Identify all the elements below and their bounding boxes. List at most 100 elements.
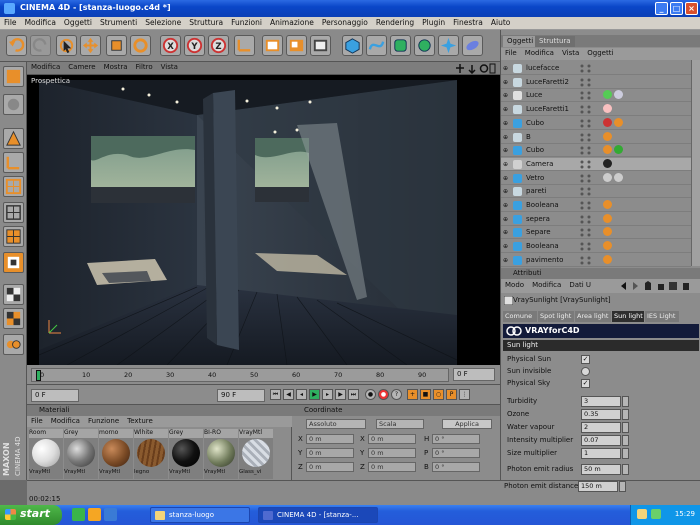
go-to-end-icon[interactable]: ⏭ — [348, 389, 359, 400]
material-swatch[interactable]: Wlhite legno — [134, 429, 168, 479]
expand-toggle-icon[interactable]: ⊕ — [503, 79, 508, 86]
scene-object-icon[interactable] — [462, 35, 483, 56]
turbidity-stepper[interactable] — [622, 396, 629, 407]
next-key-icon[interactable]: ▶ — [335, 389, 346, 400]
position-y-field[interactable]: 0 m — [306, 448, 354, 458]
tab-spot-light[interactable]: Spot light — [538, 311, 574, 322]
render-region-icon[interactable] — [286, 35, 307, 56]
expand-toggle-icon[interactable]: ⊕ — [503, 243, 508, 250]
render-to-picture-viewer-icon[interactable] — [310, 35, 331, 56]
expand-toggle-icon[interactable]: ⊕ — [503, 106, 508, 113]
use-edges-tool-icon[interactable] — [3, 176, 24, 197]
visibility-dots-icon[interactable] — [579, 159, 593, 170]
tray-icon[interactable] — [651, 509, 661, 519]
photon-emit-distance-stepper[interactable] — [619, 481, 626, 492]
world-coordinates-icon[interactable] — [234, 35, 255, 56]
material-tag-icon[interactable] — [603, 104, 612, 114]
menu-finestra[interactable]: Finestra — [449, 17, 487, 28]
material-swatch[interactable]: Grey VrayMtl — [64, 429, 98, 479]
attributes-menu-modo[interactable]: Modo — [501, 279, 528, 291]
material-tag-icon[interactable] — [603, 172, 612, 182]
taskbar-item-active[interactable]: CINEMA 4D - [stanza-... — [258, 507, 378, 523]
use-object-tool-icon[interactable] — [3, 94, 24, 115]
material-tag-icon[interactable] — [603, 158, 612, 168]
rotate-icon[interactable] — [130, 35, 151, 56]
tab-struttura[interactable]: Struttura — [535, 36, 575, 47]
object-row[interactable]: ⊕ pareti — [501, 185, 691, 199]
visibility-dots-icon[interactable] — [579, 255, 593, 266]
object-row[interactable]: ⊕ B — [501, 131, 691, 144]
size-multiplier-stepper[interactable] — [622, 448, 629, 459]
material-tag-icon[interactable] — [603, 227, 612, 237]
tweak-mode-icon[interactable] — [3, 252, 24, 273]
object-row[interactable]: ⊕ Separe — [501, 226, 691, 240]
material-tag-icon[interactable] — [603, 131, 612, 141]
attributes-nav-icons[interactable] — [619, 281, 699, 291]
quick-launch-icon[interactable] — [72, 508, 85, 521]
menu-aiuto[interactable]: Aiuto — [487, 17, 515, 28]
material-swatch[interactable]: Grey VrayMtl — [169, 429, 203, 479]
object-row[interactable]: ⊕ pavimento — [501, 254, 691, 267]
visibility-dots-icon[interactable] — [579, 132, 593, 143]
taskbar-item[interactable]: stanza-luogo — [150, 507, 250, 523]
play-icon[interactable]: ▶ — [309, 389, 320, 400]
go-to-start-icon[interactable]: ⏮ — [270, 389, 281, 400]
objects-menu-vista[interactable]: Vista — [558, 48, 583, 58]
materials-menu-funzione[interactable]: Funzione — [84, 416, 123, 426]
texture-tool-icon[interactable] — [3, 226, 24, 247]
attributes-menu-modifica[interactable]: Modifica — [528, 279, 565, 291]
object-row[interactable]: ⊕ sepera — [501, 213, 691, 226]
position-z-field[interactable]: 0 m — [306, 462, 354, 472]
scale-key-icon[interactable]: ■ — [420, 389, 431, 400]
deformer-icon[interactable] — [438, 35, 459, 56]
scale-icon[interactable] — [106, 35, 127, 56]
visibility-dots-icon[interactable] — [579, 90, 593, 101]
material-tag-icon[interactable] — [614, 90, 623, 100]
timeline[interactable]: 0 10 20 30 40 50 60 70 80 90 0 F — [27, 365, 500, 385]
current-frame-field[interactable]: 0 F — [453, 368, 495, 381]
objects-menu-oggetti[interactable]: Oggetti — [583, 48, 617, 58]
visibility-dots-icon[interactable] — [579, 214, 593, 225]
expand-toggle-icon[interactable]: ⊕ — [503, 147, 508, 154]
size-multiplier-field[interactable]: 1 — [581, 448, 621, 459]
expand-toggle-icon[interactable]: ⊕ — [503, 188, 508, 195]
menu-animazione[interactable]: Animazione — [266, 17, 318, 28]
parameter-key-icon[interactable]: P — [446, 389, 457, 400]
material-swatch[interactable]: Room VrayMtl — [29, 429, 63, 479]
start-frame-field[interactable]: 0 F — [31, 389, 79, 402]
size-z-field[interactable]: 0 m — [368, 462, 416, 472]
render-view-icon[interactable] — [262, 35, 283, 56]
timeline-ruler[interactable]: 0 10 20 30 40 50 60 70 80 90 — [31, 368, 449, 382]
material-tag-icon[interactable] — [614, 145, 623, 155]
rotation-b-field[interactable]: 0 ° — [432, 462, 480, 472]
material-tag-icon[interactable] — [603, 241, 612, 251]
material-tag-icon[interactable] — [603, 117, 612, 127]
object-row[interactable]: ⊕ LuceFaretti2 — [501, 76, 691, 89]
material-tag-icon[interactable] — [603, 254, 612, 264]
scale-mode-select[interactable]: Scala — [376, 419, 424, 429]
perspective-viewport[interactable]: Prospettica — [27, 75, 500, 365]
expand-toggle-icon[interactable]: ⊕ — [503, 92, 508, 99]
use-points-tool-icon[interactable] — [3, 128, 24, 149]
live-selection-icon[interactable] — [56, 35, 77, 56]
viewport-menu-vista[interactable]: Vista — [157, 62, 182, 72]
material-tag-icon[interactable] — [614, 117, 623, 127]
visibility-dots-icon[interactable] — [579, 227, 593, 238]
sun-invisible-checkbox[interactable] — [581, 367, 590, 376]
material-tag-icon[interactable] — [603, 145, 612, 155]
use-polygons-tool-icon[interactable] — [3, 202, 24, 223]
viewport-nav-icons[interactable] — [456, 63, 496, 74]
object-row[interactable]: ⊕ Vetro — [501, 172, 691, 185]
previous-key-icon[interactable]: ◀ — [283, 389, 294, 400]
menu-selezione[interactable]: Selezione — [141, 17, 185, 28]
snap-icon[interactable] — [3, 284, 24, 305]
y-axis-icon[interactable]: Y — [184, 35, 205, 56]
use-axis-tool-icon[interactable] — [3, 152, 24, 173]
maximize-button[interactable]: □ — [670, 2, 683, 15]
end-frame-field[interactable]: 90 F — [217, 389, 265, 402]
material-tag-icon[interactable] — [614, 172, 623, 182]
menu-strumenti[interactable]: Strumenti — [96, 17, 141, 28]
position-x-field[interactable]: 0 m — [306, 434, 354, 444]
menu-personaggio[interactable]: Personaggio — [318, 17, 372, 28]
expand-toggle-icon[interactable]: ⊕ — [503, 65, 508, 72]
